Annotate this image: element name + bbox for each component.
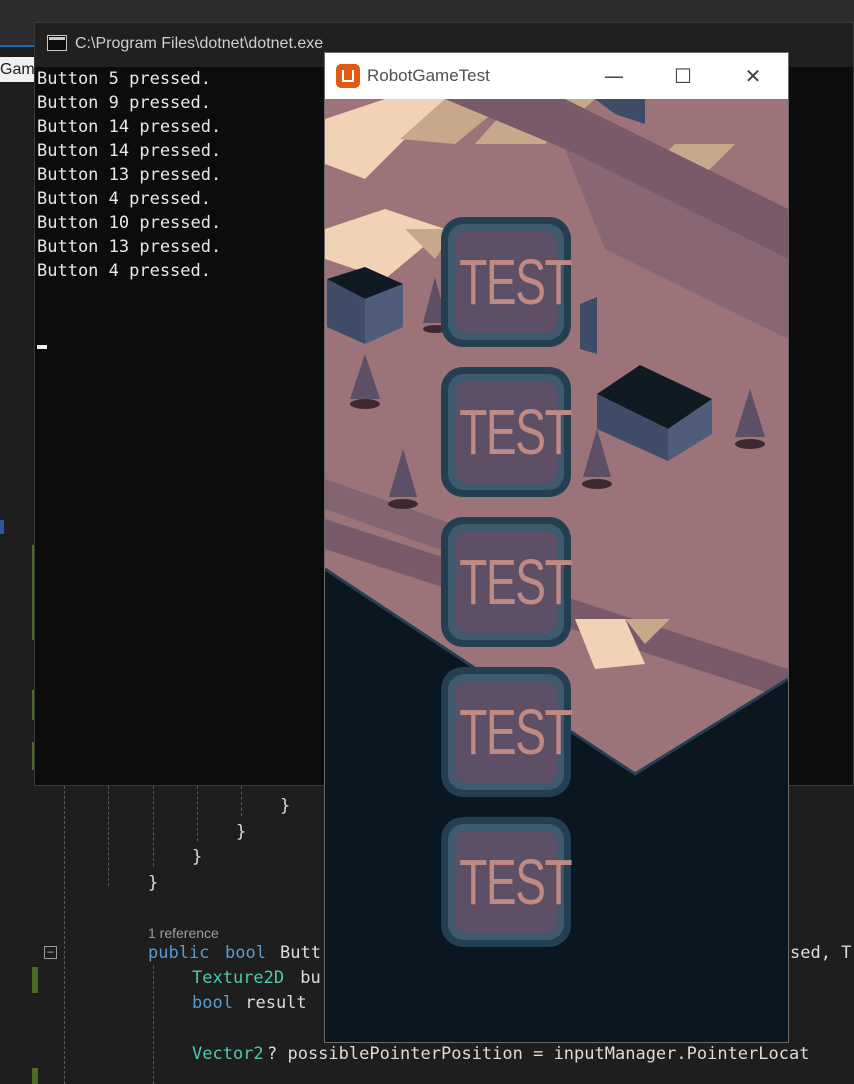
maximize-button[interactable]: ☐	[668, 61, 698, 91]
monogame-logo-icon	[336, 64, 360, 88]
code-text[interactable]: ? possiblePointerPosition = inputManager…	[267, 1044, 809, 1064]
indent-guide	[108, 786, 109, 886]
console-app-icon	[47, 35, 67, 51]
minimize-button[interactable]: —	[599, 61, 629, 91]
test-button[interactable]: TEST	[441, 817, 573, 947]
code-type[interactable]: Vector2	[192, 1044, 264, 1064]
indent-guide	[197, 786, 198, 841]
indent-guide	[64, 786, 65, 1084]
code-brace[interactable]: }	[280, 796, 290, 816]
change-marker	[32, 1068, 38, 1084]
test-button[interactable]: TEST	[441, 217, 573, 347]
code-keyword[interactable]: public	[148, 943, 209, 963]
close-button[interactable]: ✕	[738, 61, 768, 91]
test-button-label: TEST	[459, 546, 572, 618]
breakpoint-marker	[0, 520, 4, 534]
codelens-reference[interactable]: 1 reference	[148, 923, 219, 943]
game-title-bar[interactable]: RobotGameTest — ☐ ✕	[325, 53, 788, 99]
change-marker	[32, 967, 38, 993]
code-brace[interactable]: }	[236, 822, 246, 842]
test-button[interactable]: TEST	[441, 517, 573, 647]
test-button-label: TEST	[459, 396, 572, 468]
code-brace[interactable]: }	[192, 847, 202, 867]
game-title: RobotGameTest	[367, 66, 490, 85]
test-button-label: TEST	[459, 246, 572, 318]
ide-tab-accent	[0, 45, 34, 47]
game-canvas[interactable]: TEST TEST TEST TEST TEST	[325, 99, 788, 1042]
code-brace[interactable]: }	[148, 873, 158, 893]
indent-guide	[153, 786, 154, 866]
code-text[interactable]: result	[235, 993, 306, 1013]
console-cursor	[37, 345, 47, 349]
test-button-label: TEST	[459, 846, 572, 918]
indent-guide	[241, 786, 242, 816]
code-type[interactable]: Texture2D	[192, 968, 284, 988]
test-button[interactable]: TEST	[441, 667, 573, 797]
indent-guide	[153, 966, 154, 1084]
code-keyword[interactable]: bool	[225, 943, 266, 963]
code-keyword[interactable]: bool	[192, 993, 233, 1013]
ide-document-tab[interactable]: Gam	[0, 57, 34, 82]
collapse-toggle-icon[interactable]: −	[44, 946, 57, 959]
code-text[interactable]: bu	[290, 968, 320, 988]
code-method-params[interactable]: sed, T	[790, 943, 851, 963]
code-method-name[interactable]: Butt	[280, 943, 321, 963]
console-title: C:\Program Files\dotnet\dotnet.exe	[75, 35, 324, 52]
test-button[interactable]: TEST	[441, 367, 573, 497]
test-button-label: TEST	[459, 696, 572, 768]
game-window[interactable]: RobotGameTest — ☐ ✕ TEST TEST TEST TEST …	[324, 52, 789, 1043]
stone-block	[580, 297, 597, 354]
